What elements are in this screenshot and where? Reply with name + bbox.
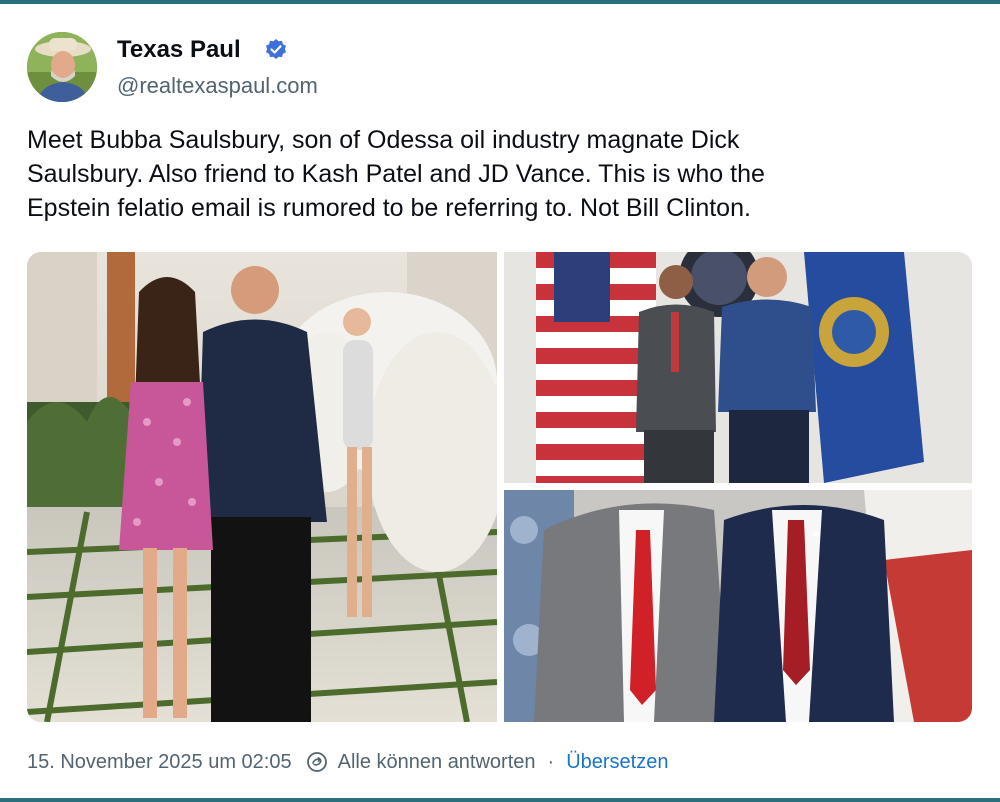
media-grid [27, 252, 972, 722]
reply-settings-icon [306, 752, 327, 772]
photo-party-image [27, 252, 497, 722]
post-text: Meet Bubba Saulsbury, son of Odessa oil … [27, 126, 765, 222]
post-footer: 15. November 2025 um 02:05 Alle können a… [27, 748, 668, 776]
post-timestamp[interactable]: 15. November 2025 um 02:05 [27, 751, 292, 774]
author-avatar[interactable] [27, 32, 97, 102]
media-photo-flags[interactable] [504, 252, 972, 483]
photo-suits-image [504, 490, 972, 722]
avatar-image [27, 32, 97, 102]
media-photo-party[interactable] [27, 252, 497, 722]
author-handle[interactable]: @realtexaspaul.com [117, 72, 318, 100]
reply-setting-label[interactable]: Alle können antworten [338, 751, 536, 774]
translate-link[interactable]: Übersetzen [566, 751, 668, 774]
post-card: Texas Paul @realtexaspaul.com Meet Bubba… [0, 4, 1000, 798]
footer-separator: · [547, 750, 555, 773]
verified-badge-icon [266, 39, 286, 59]
media-photo-suits[interactable] [504, 490, 972, 722]
photo-flags-image [504, 252, 972, 483]
window-bottom-strip [0, 798, 1000, 802]
author-display-name[interactable]: Texas Paul [117, 35, 241, 65]
